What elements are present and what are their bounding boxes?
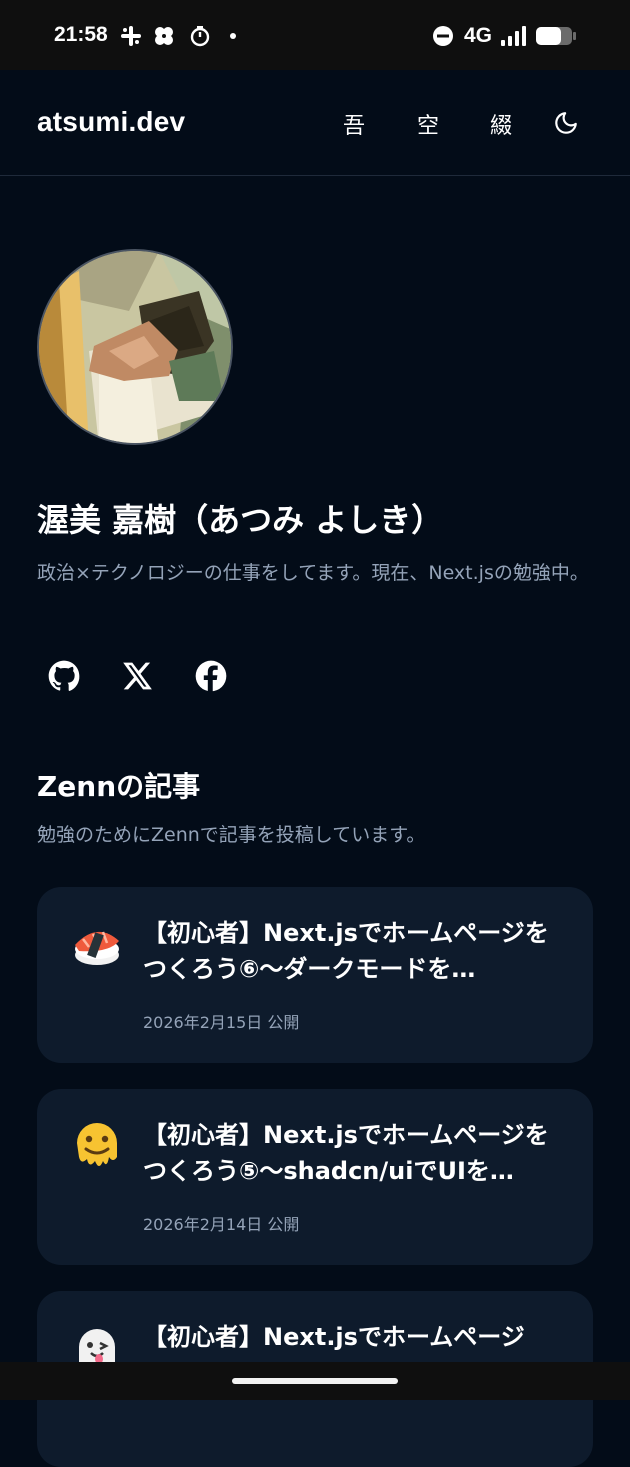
status-time: 21:58	[54, 23, 108, 46]
article-card[interactable]: 【初心者】Next.jsでホームページをつくろう⑥〜ダークモードを… 2026年…	[37, 887, 593, 1063]
sushi-emoji	[75, 931, 119, 965]
moon-icon[interactable]	[553, 110, 579, 136]
avatar-portrait-image	[39, 251, 231, 443]
x-icon[interactable]	[122, 660, 154, 692]
facebook-icon[interactable]	[195, 660, 227, 692]
article-date: 2026年2月14日 公開	[143, 1215, 300, 1234]
article-card[interactable]: 【初心者】Next.jsでホームページをつくろう⑤〜shadcn/uiでUIを……	[37, 1089, 593, 1265]
profile-bio: 政治×テクノロジーの仕事をしてます。現在、Next.jsの勉強中。	[37, 562, 589, 584]
nav-item-go[interactable]: 吾	[343, 108, 365, 140]
status-bar: 21:58 4G	[0, 0, 630, 70]
timer-icon	[190, 26, 210, 47]
article-title[interactable]: 【初心者】Next.jsでホームページをつくろう⑥〜ダークモードを…	[143, 915, 563, 987]
nav-item-tsuzuri[interactable]: 綴	[490, 108, 512, 140]
dnd-icon	[433, 26, 453, 46]
section-title: Zennの記事	[37, 770, 201, 803]
signal-icon	[501, 26, 526, 46]
site-logo[interactable]: atsumi.dev	[37, 106, 185, 138]
site-header: atsumi.dev 吾 空 綴	[0, 70, 630, 176]
battery-icon	[536, 27, 576, 45]
profile-name: 渥美 嘉樹（あつみ よしき）	[37, 501, 444, 539]
melting-face-emoji	[77, 1123, 117, 1166]
section-description: 勉強のためにZennで記事を投稿しています。	[37, 824, 426, 846]
article-title[interactable]: 【初心者】Next.jsでホームページ	[143, 1319, 563, 1355]
article-date: 2026年2月15日 公開	[143, 1013, 300, 1032]
system-navigation-bar	[0, 1362, 630, 1400]
github-icon[interactable]	[48, 660, 80, 692]
avatar	[37, 249, 233, 445]
home-gesture-handle[interactable]	[232, 1378, 398, 1384]
dot-icon	[230, 33, 236, 39]
article-title[interactable]: 【初心者】Next.jsでホームページをつくろう⑤〜shadcn/uiでUIを…	[143, 1117, 563, 1189]
pinwheel-icon	[155, 27, 173, 45]
nav-item-sora[interactable]: 空	[417, 108, 439, 140]
slack-icon	[121, 26, 141, 46]
network-type: 4G	[464, 24, 493, 47]
